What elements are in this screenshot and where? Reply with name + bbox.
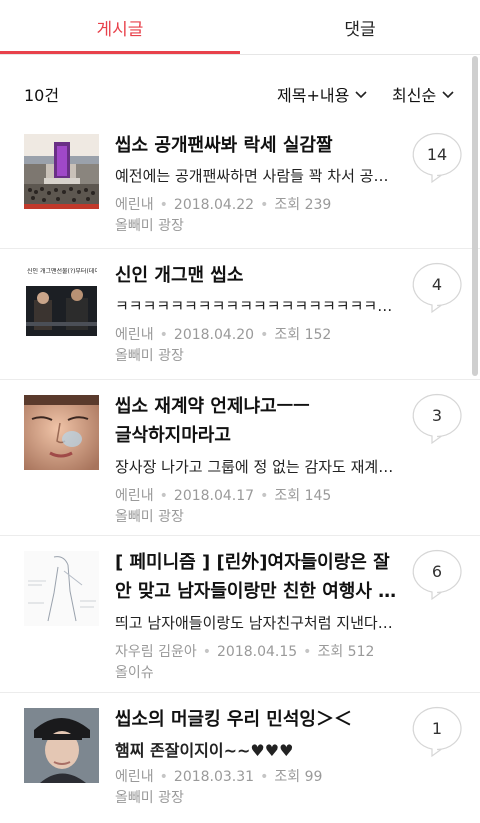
post-snippet: 예전에는 공개팬싸하면 사람들 꽉 차서 공연장도 엄청났는데: [115, 167, 397, 185]
post-meta: 에린내 • 2018.03.31 • 조회 99: [115, 769, 323, 785]
post-views: 145: [304, 488, 332, 504]
post-board: 올빼미 광장: [115, 509, 184, 525]
post-date: 2018.04.22: [173, 197, 255, 213]
post-title: 씹소 공개팬싸봐 락세 실감짤: [115, 135, 333, 156]
scrollbar[interactable]: [472, 56, 478, 376]
post-author: 에린내: [115, 488, 154, 504]
post-author: 에린내: [115, 197, 154, 213]
comment-count: 4: [431, 274, 443, 294]
comment-count-badge[interactable]: 14: [411, 132, 463, 184]
post-views-label: 조회: [274, 327, 301, 343]
comment-count-badge[interactable]: 3: [411, 393, 463, 445]
search-scope-label: 제목+내용: [277, 86, 350, 105]
post-item[interactable]: 씹소 공개팬싸봐 락세 실감짤 예전에는 공개팬싸하면 사람들 꽉 차서 공연장…: [0, 119, 480, 249]
comment-count: 14: [426, 144, 448, 164]
sort-label: 최신순: [392, 86, 437, 105]
post-views: 239: [304, 197, 332, 213]
post-thumbnail: [24, 134, 99, 209]
post-date: 2018.03.31: [173, 769, 255, 785]
post-title: 씹소의 머글킹 우리 민석잉＞＜: [115, 709, 352, 730]
chevron-down-icon: [442, 91, 454, 99]
post-item[interactable]: [ 페미니즘 ] [린外]여자들이랑은 잘 안 맞고 남자들이랑만 친한 여행사…: [0, 536, 480, 693]
comment-count-badge[interactable]: 6: [411, 549, 463, 601]
post-author: 에린내: [115, 769, 154, 785]
post-meta: 에린내 • 2018.04.20 • 조회 152: [115, 327, 332, 343]
post-title-line-2: 안 맞고 남자들이랑만 친한 여행사 직원: [115, 581, 400, 602]
tab-posts[interactable]: 게시글: [0, 0, 240, 54]
post-thumbnail: 신인 개그맨선물(?)부터(데이엔트): [24, 264, 99, 339]
post-snippet: 띄고 남자애들이랑도 남자친구처럼 지낸다는데: [115, 614, 397, 632]
post-date: 2018.04.15: [217, 644, 298, 660]
post-views-label: 조회: [274, 488, 301, 504]
result-count: 10건: [24, 86, 60, 105]
post-snippet: ㅋㅋㅋㅋㅋㅋㅋㅋㅋㅋㅋㅋㅋㅋㅋㅋㅋㅋㅋㅋㅋㅋㅋㅋ: [115, 297, 397, 315]
post-views: 512: [347, 644, 375, 660]
post-meta: 자우림 김윤아 • 2018.04.15 • 조회 512: [115, 644, 375, 660]
comment-count-badge[interactable]: 1: [411, 706, 463, 758]
post-views-label: 조회: [274, 197, 301, 213]
post-author: 에린내: [115, 327, 154, 343]
post-title-line-2: 글삭하지마라고: [115, 425, 231, 446]
sort-dropdown[interactable]: 최신순: [392, 82, 455, 106]
chevron-down-icon: [355, 91, 367, 99]
post-board: 올이슈: [115, 665, 154, 681]
post-title: 씹소 재계약 언제냐고ㅡㅡ: [115, 396, 310, 417]
tab-comments[interactable]: 댓글: [240, 0, 480, 54]
post-views-label: 조회: [274, 769, 301, 785]
post-thumbnail: [24, 708, 99, 783]
post-author: 자우림 김윤아: [115, 644, 197, 660]
post-date: 2018.04.17: [173, 488, 255, 504]
thumbnail-caption: 신인 개그맨선물(?)부터(데이엔트): [27, 268, 97, 275]
post-board: 올빼미 광장: [115, 218, 184, 234]
post-item[interactable]: 신인 개그맨선물(?)부터(데이엔트) 신인 개그맨 씹소 ㅋㅋㅋㅋㅋㅋㅋㅋㅋㅋ…: [0, 249, 480, 380]
post-item[interactable]: 씹소의 머글킹 우리 민석잉＞＜ 햄찌 존잘이지이~~♥♥♥ 에린내 • 2018.…: [0, 693, 480, 823]
search-scope-dropdown[interactable]: 제목+내용: [277, 82, 368, 106]
comment-count-badge[interactable]: 4: [411, 262, 463, 314]
comment-count: 3: [431, 405, 443, 425]
post-title: 신인 개그맨 씹소: [115, 265, 244, 286]
post-board: 올빼미 광장: [115, 348, 184, 364]
post-views: 152: [304, 327, 332, 343]
post-meta: 에린내 • 2018.04.17 • 조회 145: [115, 488, 332, 504]
post-thumbnail: [24, 551, 99, 626]
post-views-label: 조회: [317, 644, 344, 660]
post-date: 2018.04.20: [173, 327, 255, 343]
post-board: 올빼미 광장: [115, 790, 184, 806]
post-thumbnail: [24, 395, 99, 470]
post-views: 99: [304, 769, 323, 785]
post-item[interactable]: 씹소 재계약 언제냐고ㅡㅡ 글삭하지마라고 장사장 나가고 그룹에 정 없는 감…: [0, 380, 480, 536]
comment-count: 1: [431, 718, 443, 738]
post-title: [ 페미니즘 ] [린外]여자들이랑은 잘: [115, 552, 390, 573]
post-snippet: 햄찌 존잘이지이~~♥♥♥: [115, 741, 294, 760]
post-meta: 에린내 • 2018.04.22 • 조회 239: [115, 197, 332, 213]
post-snippet: 장사장 나가고 그룹에 정 없는 감자도 재계약 확정인데: [115, 458, 397, 476]
comment-count: 6: [431, 561, 443, 581]
tab-bar: 게시글 댓글: [0, 0, 480, 55]
